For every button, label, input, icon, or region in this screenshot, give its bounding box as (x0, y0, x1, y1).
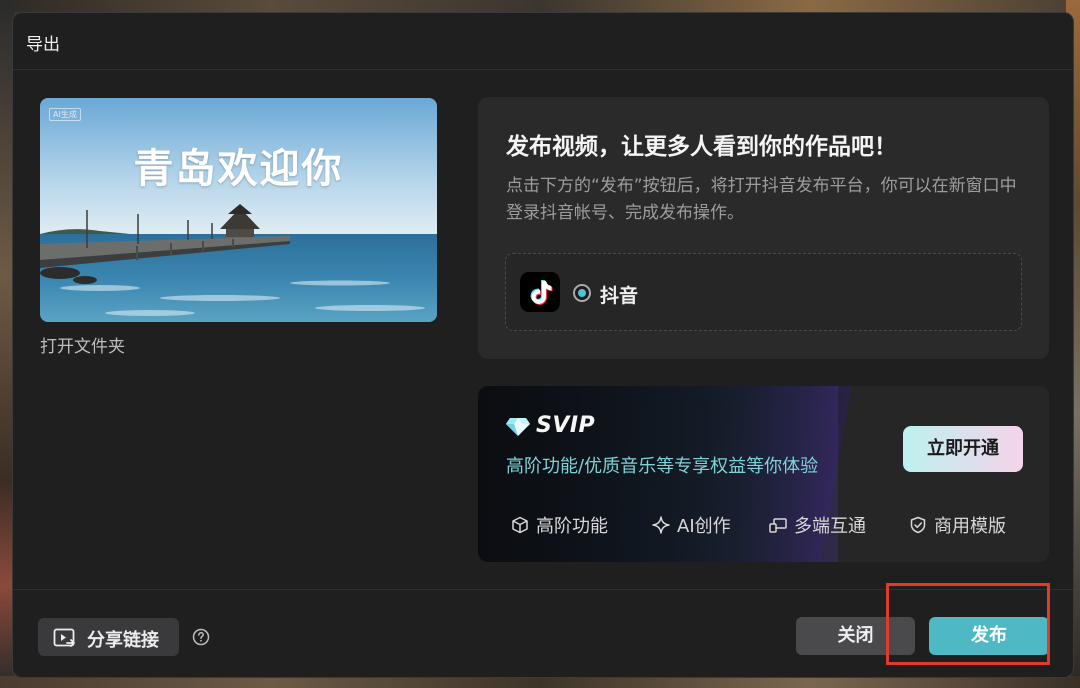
shield-check-icon (910, 516, 926, 534)
feature-label: 多端互通 (794, 516, 866, 537)
svip-subtitle: 高阶功能/优质音乐等专享权益等你体验 (506, 456, 819, 477)
ai-generated-tag: AI生成 (49, 108, 81, 121)
export-dialog: 导出 AI生成 青岛欢迎你 打开文件夹 发布视频，让更多人看到你的作品吧！ 点击… (12, 12, 1074, 678)
preview-title-text: 青岛欢迎你 (133, 145, 344, 192)
publish-button[interactable]: 发布 (929, 617, 1049, 655)
publish-description: 点击下方的“发布”按钮后，将打开抖音发布平台，你可以在新窗口中登录抖音帐号、完成… (506, 176, 1017, 223)
svip-promo-card: SVIP 高阶功能/优质音乐等专享权益等你体验 立即开通 高阶功能 AI创作 多… (478, 386, 1049, 562)
tiktok-icon (520, 272, 560, 312)
feature-label: AI创作 (677, 516, 731, 537)
diamond-icon (506, 418, 530, 436)
publish-headline: 发布视频，让更多人看到你的作品吧！ (506, 134, 897, 160)
feature-multi-device: 多端互通 (769, 512, 866, 538)
feature-label: 高阶功能 (536, 516, 608, 537)
douyin-radio[interactable] (573, 284, 591, 302)
help-icon[interactable] (192, 628, 210, 646)
video-preview: AI生成 青岛欢迎你 (40, 98, 437, 322)
background-top (0, 0, 1080, 12)
feature-label: 商用模版 (934, 516, 1006, 537)
devices-icon (769, 518, 787, 533)
dialog-footer: 分享链接 关闭 发布 (13, 589, 1073, 677)
close-button[interactable]: 关闭 (796, 617, 915, 655)
platform-option-douyin[interactable]: 抖音 (505, 253, 1022, 331)
activate-svip-button[interactable]: 立即开通 (903, 426, 1023, 472)
svip-label: SVIP (536, 413, 596, 438)
share-link-label: 分享链接 (87, 630, 159, 651)
feature-advanced: 高阶功能 (511, 512, 608, 538)
dialog-title-bar: 导出 (13, 13, 1073, 70)
cube-icon (512, 516, 528, 534)
preview-image (40, 98, 437, 322)
feature-commercial-template: 商用模版 (909, 512, 1006, 538)
publish-card: 发布视频，让更多人看到你的作品吧！ 点击下方的“发布”按钮后，将打开抖音发布平台… (478, 97, 1049, 359)
dialog-title: 导出 (26, 35, 60, 55)
feature-ai: AI创作 (652, 512, 731, 538)
sparkle-icon (652, 516, 670, 534)
platform-name: 抖音 (600, 285, 639, 307)
share-link-button[interactable]: 分享链接 (38, 618, 179, 656)
share-video-icon (53, 628, 75, 647)
svip-badge: SVIP (506, 413, 595, 440)
open-folder-link[interactable]: 打开文件夹 (40, 332, 125, 357)
